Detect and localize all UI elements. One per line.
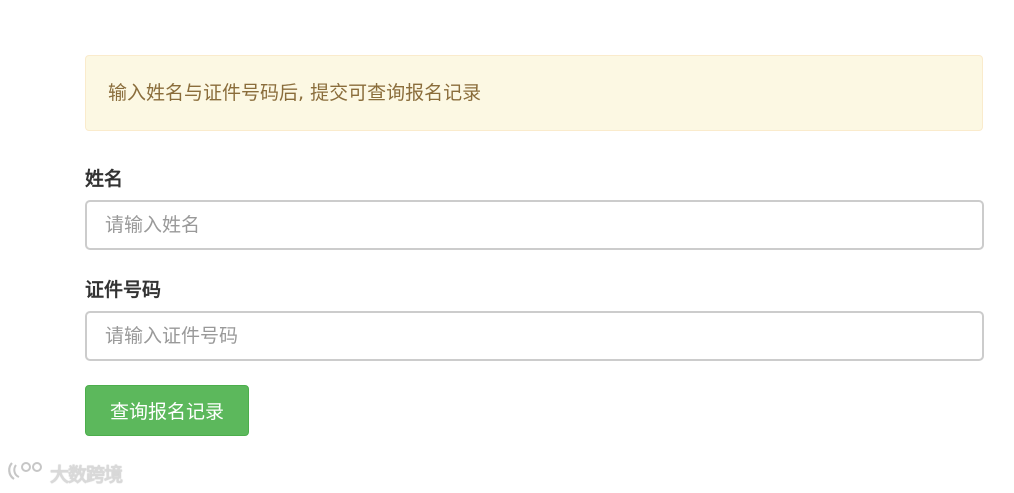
- id-number-label: 证件号码: [85, 279, 162, 301]
- query-page: 输入姓名与证件号码后, 提交可查询报名记录 姓名 证件号码 查询报名记录 大数跨…: [0, 0, 1014, 493]
- name-input[interactable]: [85, 200, 984, 250]
- watermark-text: 大数跨境: [50, 463, 123, 486]
- info-alert: 输入姓名与证件号码后, 提交可查询报名记录: [85, 55, 983, 131]
- watermark-logo-icon: [6, 459, 46, 487]
- query-registration-button[interactable]: 查询报名记录: [85, 385, 249, 436]
- id-number-input[interactable]: [85, 311, 984, 361]
- name-label: 姓名: [85, 168, 124, 190]
- watermark: 大数跨境: [6, 458, 123, 488]
